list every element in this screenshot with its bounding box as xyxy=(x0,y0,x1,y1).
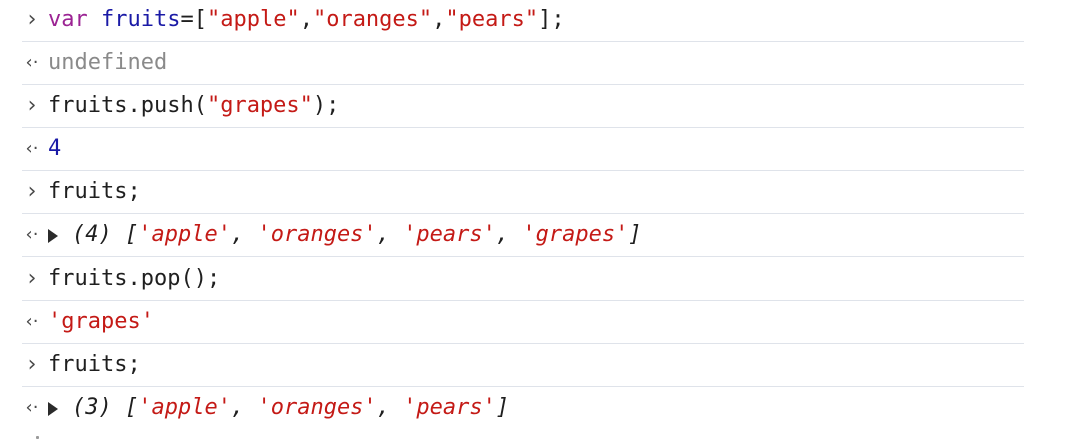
prompt-chevron-icon: › xyxy=(27,93,37,118)
code-token: var xyxy=(48,7,88,32)
code-token: "pears" xyxy=(445,7,539,32)
result-arrow-icon: ‹· xyxy=(25,224,39,245)
console-input-row: › fruits; xyxy=(22,345,1024,387)
expand-triangle-icon[interactable] xyxy=(48,229,58,243)
console-input-row: › fruits.pop(); xyxy=(22,259,1024,301)
array-separator: , xyxy=(495,222,523,247)
prompt-cursor xyxy=(36,436,39,439)
code-token: , xyxy=(432,7,446,32)
array-separator: , xyxy=(376,395,404,420)
console-input-row: › var fruits =["apple", "oranges", "pears"]; xyxy=(22,0,1024,42)
console-output[interactable]: (3) ['apple', 'oranges', 'pears'] xyxy=(48,388,509,428)
console-command: fruits; xyxy=(48,172,141,212)
result-arrow-icon: ‹· xyxy=(25,311,39,332)
code-token: 'grapes' xyxy=(48,309,154,334)
array-open-bracket: [ xyxy=(111,395,139,420)
array-close-bracket: ] xyxy=(628,222,642,247)
console-output: 'grapes' xyxy=(48,302,154,342)
console-input-row: › fruits; xyxy=(22,172,1024,214)
code-token: fruits.push( xyxy=(48,93,207,118)
prompt-chevron-icon: › xyxy=(27,7,37,32)
result-arrow-icon: ‹· xyxy=(25,397,39,418)
array-item: 'apple' xyxy=(138,395,231,420)
code-token: "grapes" xyxy=(206,93,313,118)
code-token: 4 xyxy=(48,136,62,161)
console-command: var fruits =["apple", "oranges", "pears"]; xyxy=(48,0,565,40)
console-result-row: ‹· (4) ['apple', 'oranges', 'pears', 'gra… xyxy=(22,215,1024,257)
code-token: [ xyxy=(193,7,207,32)
code-token: fruits; xyxy=(48,179,141,204)
result-arrow-icon: ‹· xyxy=(25,52,39,73)
console-input-row: › fruits.push("grapes"); xyxy=(22,86,1024,128)
console-result-row: ‹· 4 xyxy=(22,129,1024,171)
code-token: = xyxy=(180,7,194,32)
array-item: 'grapes' xyxy=(522,222,629,247)
array-separator: , xyxy=(376,222,404,247)
code-token: , xyxy=(299,7,313,32)
console-result-row: ‹· 'grapes' xyxy=(22,302,1024,344)
array-separator: , xyxy=(230,395,258,420)
array-open-bracket: [ xyxy=(111,222,139,247)
array-item: 'apple' xyxy=(138,222,231,247)
code-token: fruits; xyxy=(48,352,141,377)
result-arrow-icon: ‹· xyxy=(25,138,39,159)
code-token: undefined xyxy=(48,50,168,75)
console-command: fruits.push("grapes"); xyxy=(48,86,339,126)
code-token: fruits.pop(); xyxy=(48,266,221,291)
array-item: 'pears' xyxy=(403,395,496,420)
array-item: 'oranges' xyxy=(257,222,377,247)
console-output: 4 xyxy=(48,129,61,169)
console-command: fruits.pop(); xyxy=(48,259,220,299)
array-item: 'pears' xyxy=(403,222,496,247)
prompt-chevron-icon: › xyxy=(27,179,37,204)
code-token: ]; xyxy=(538,7,565,32)
array-item: 'oranges' xyxy=(257,395,377,420)
code-token: "oranges" xyxy=(312,7,433,32)
code-token: ); xyxy=(312,93,340,118)
console-output: undefined xyxy=(48,43,167,83)
array-separator: , xyxy=(230,222,258,247)
prompt-chevron-icon: › xyxy=(27,352,37,377)
prompt-chevron-icon: › xyxy=(27,266,37,291)
console-command: fruits; xyxy=(48,345,141,385)
console-output[interactable]: (4) ['apple', 'oranges', 'pears', 'grape… xyxy=(48,215,642,255)
array-close-bracket: ] xyxy=(495,395,510,420)
console-result-row: ‹· undefined xyxy=(22,43,1024,85)
console-result-row: ‹· (3) ['apple', 'oranges', 'pears'] xyxy=(22,388,1024,430)
code-token: fruits xyxy=(101,7,181,32)
devtools-console: › var fruits =["apple", "oranges", "pears"];… xyxy=(0,0,1076,446)
expand-triangle-icon[interactable] xyxy=(48,402,58,416)
array-length: (3) xyxy=(72,395,112,420)
code-token: "apple" xyxy=(206,7,300,32)
array-length: (4) xyxy=(72,222,112,247)
